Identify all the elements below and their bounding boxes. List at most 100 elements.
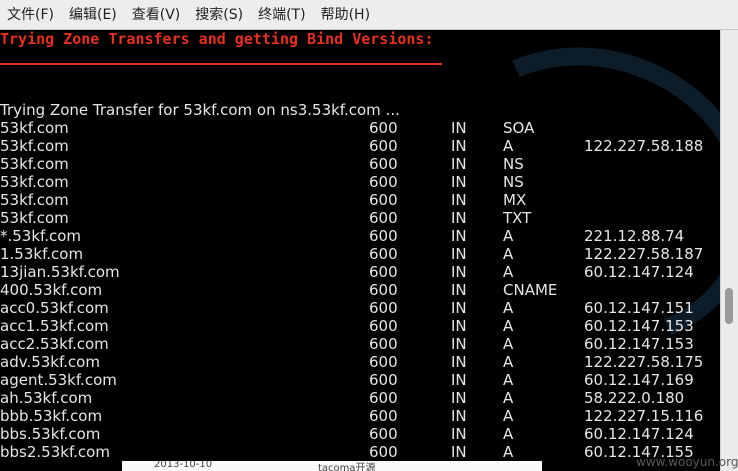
record-type: A (503, 407, 514, 425)
site-watermark: www.wooyun.org (636, 455, 738, 469)
menu-terminal[interactable]: 终端(T) (251, 0, 313, 30)
scrollbar-thumb[interactable] (725, 288, 733, 324)
dns-record-row: 53kf.com 600 IN TXT (0, 209, 720, 227)
record-data: 60.12.147.124 (584, 425, 694, 443)
record-class: IN (451, 191, 467, 209)
record-name: 53kf.com (0, 137, 69, 155)
record-name: acc1.53kf.com (0, 317, 109, 335)
record-type: NS (503, 155, 524, 173)
menu-edit[interactable]: 编辑(E) (62, 0, 125, 30)
record-type: A (503, 245, 514, 263)
record-ttl: 600 (369, 335, 398, 353)
record-type: A (503, 425, 514, 443)
menu-help[interactable]: 帮助(H) (314, 0, 378, 30)
record-ttl: 600 (369, 137, 398, 155)
dns-record-row: acc0.53kf.com 600 IN A 60.12.147.151 (0, 299, 720, 317)
record-data: 60.12.147.124 (584, 263, 694, 281)
record-class: IN (451, 389, 467, 407)
record-class: IN (451, 353, 467, 371)
record-name: 13jian.53kf.com (0, 263, 120, 281)
dns-records: 53kf.com 600 IN SOA 53kf.com 600 IN A 122.227.58… (0, 119, 720, 461)
record-type: A (503, 299, 514, 317)
record-ttl: 600 (369, 353, 398, 371)
background-window-strip: 2013-10-10 tacoma开源 (122, 461, 542, 471)
record-type: NS (503, 173, 524, 191)
record-name: bbb.53kf.com (0, 407, 103, 425)
record-type: A (503, 443, 514, 461)
record-class: IN (451, 281, 467, 299)
record-data: 60.12.147.151 (584, 299, 694, 317)
record-name: bbs2.53kf.com (0, 443, 110, 461)
record-type: TXT (503, 209, 532, 227)
menu-file[interactable]: 文件(F) (0, 0, 62, 30)
record-ttl: 600 (369, 173, 398, 191)
record-class: IN (451, 137, 467, 155)
record-name: *.53kf.com (0, 227, 82, 245)
dns-record-row: 53kf.com 600 IN MX (0, 191, 720, 209)
record-data: 60.12.147.153 (584, 317, 694, 335)
record-ttl: 600 (369, 245, 398, 263)
menu-bar: 文件(F) 编辑(E) 查看(V) 搜索(S) 终端(T) 帮助(H) (0, 0, 738, 30)
record-type: A (503, 263, 514, 281)
section-heading: Trying Zone Transfers and getting Bind V… (0, 30, 434, 48)
dns-record-row: *.53kf.com 600 IN A 221.12.88.74 (0, 227, 720, 245)
record-class: IN (451, 119, 467, 137)
record-class: IN (451, 173, 467, 191)
record-data: 122.227.58.187 (584, 245, 704, 263)
record-ttl: 600 (369, 191, 398, 209)
record-type: A (503, 335, 514, 353)
record-data: 221.12.88.74 (584, 227, 685, 245)
record-type: MX (503, 191, 527, 209)
dns-record-row: 53kf.com 600 IN SOA (0, 119, 720, 137)
record-ttl: 600 (369, 371, 398, 389)
dns-record-row: agent.53kf.com 600 IN A 60.12.147.169 (0, 371, 720, 389)
vertical-scrollbar[interactable] (720, 30, 738, 471)
record-class: IN (451, 263, 467, 281)
record-ttl: 600 (369, 407, 398, 425)
heading-underline (0, 63, 442, 65)
record-name: 53kf.com (0, 209, 69, 227)
record-name: ah.53kf.com (0, 389, 93, 407)
record-ttl: 600 (369, 317, 398, 335)
dns-record-row: 53kf.com 600 IN NS (0, 155, 720, 173)
background-text-date: 2013-10-10 (154, 461, 213, 470)
dns-record-row: 1.53kf.com 600 IN A 122.227.58.187 (0, 245, 720, 263)
record-name: adv.53kf.com (0, 353, 100, 371)
record-ttl: 600 (369, 425, 398, 443)
record-type: A (503, 227, 514, 245)
menu-view[interactable]: 查看(V) (125, 0, 189, 30)
record-ttl: 600 (369, 299, 398, 317)
record-name: 53kf.com (0, 119, 69, 137)
record-type: A (503, 389, 514, 407)
dns-record-row: ah.53kf.com 600 IN A 58.222.0.180 (0, 389, 720, 407)
record-class: IN (451, 155, 467, 173)
status-line: Trying Zone Transfer for 53kf.com on ns3… (0, 101, 400, 119)
record-type: A (503, 137, 514, 155)
dns-record-row: 400.53kf.com 600 IN CNAME (0, 281, 720, 299)
record-type: A (503, 371, 514, 389)
record-data: 122.227.58.175 (584, 353, 704, 371)
record-name: 400.53kf.com (0, 281, 103, 299)
dns-record-row: bbb.53kf.com 600 IN A 122.227.15.116 (0, 407, 720, 425)
record-name: agent.53kf.com (0, 371, 117, 389)
dns-record-row: adv.53kf.com 600 IN A 122.227.58.175 (0, 353, 720, 371)
dns-record-row: acc1.53kf.com 600 IN A 60.12.147.153 (0, 317, 720, 335)
dns-record-row: bbs.53kf.com 600 IN A 60.12.147.124 (0, 425, 720, 443)
record-data: 122.227.58.188 (584, 137, 704, 155)
record-name: bbs.53kf.com (0, 425, 101, 443)
record-name: acc0.53kf.com (0, 299, 109, 317)
terminal-output[interactable]: Trying Zone Transfers and getting Bind V… (0, 30, 720, 471)
record-data: 60.12.147.169 (584, 371, 694, 389)
dns-record-row: bbs2.53kf.com 600 IN A 60.12.147.155 (0, 443, 720, 461)
menu-search[interactable]: 搜索(S) (188, 0, 251, 30)
dns-record-row: 13jian.53kf.com 600 IN A 60.12.147.124 (0, 263, 720, 281)
record-class: IN (451, 227, 467, 245)
record-type: A (503, 317, 514, 335)
record-class: IN (451, 443, 467, 461)
record-ttl: 600 (369, 155, 398, 173)
record-name: 53kf.com (0, 173, 69, 191)
record-name: 1.53kf.com (0, 245, 84, 263)
record-data: 58.222.0.180 (584, 389, 685, 407)
record-name: acc2.53kf.com (0, 335, 109, 353)
record-name: 53kf.com (0, 155, 69, 173)
